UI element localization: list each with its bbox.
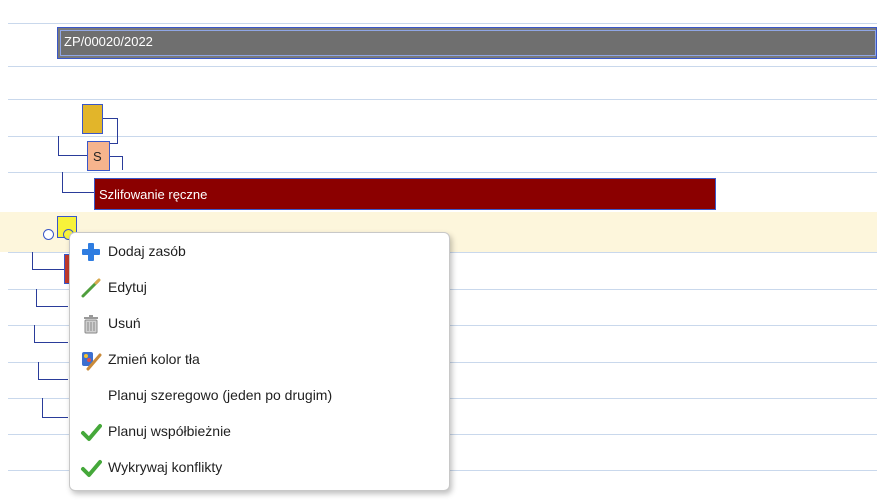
menu-item-label: Planuj współbieżnie bbox=[108, 423, 231, 439]
connector bbox=[42, 398, 68, 418]
pencil-icon bbox=[80, 277, 102, 299]
trash-icon bbox=[80, 313, 102, 335]
menu-item-edit[interactable]: Edytuj bbox=[70, 271, 449, 305]
menu-item-change-bg-color[interactable]: Zmień kolor tła bbox=[70, 343, 449, 377]
task-yellow[interactable] bbox=[82, 104, 103, 134]
connector bbox=[32, 252, 68, 270]
checkmark-icon bbox=[80, 421, 102, 443]
menu-item-label: Usuń bbox=[108, 315, 141, 331]
task-s[interactable]: S bbox=[87, 141, 110, 171]
menu-item-label: Zmień kolor tła bbox=[108, 351, 200, 367]
menu-item-plan-concurrent[interactable]: Planuj współbieżnie bbox=[70, 415, 449, 449]
menu-item-add-resource[interactable]: Dodaj zasób bbox=[70, 235, 449, 269]
paint-icon bbox=[80, 349, 102, 371]
menu-item-plan-serial[interactable]: Planuj szeregowo (jeden po drugim) bbox=[70, 379, 449, 413]
menu-item-delete[interactable]: Usuń bbox=[70, 307, 449, 341]
menu-item-label: Edytuj bbox=[108, 279, 147, 295]
production-order-number: ZP/00020/2022 bbox=[64, 34, 153, 49]
menu-item-detect-conflicts[interactable]: Wykrywaj konflikty bbox=[70, 451, 449, 485]
connector bbox=[38, 362, 68, 380]
menu-item-label: Dodaj zasób bbox=[108, 243, 186, 259]
task-s-label: S bbox=[93, 149, 102, 164]
connector bbox=[36, 289, 68, 307]
menu-item-label: Planuj szeregowo (jeden po drugim) bbox=[108, 387, 333, 403]
connector bbox=[58, 136, 87, 156]
checkmark-icon bbox=[80, 457, 102, 479]
milestone-circle[interactable] bbox=[43, 229, 54, 240]
menu-item-label: Wykrywaj konflikty bbox=[108, 459, 223, 475]
connector bbox=[62, 172, 94, 193]
connector bbox=[110, 156, 123, 170]
connector bbox=[34, 325, 68, 343]
production-order-bar[interactable]: ZP/00020/2022 bbox=[57, 27, 877, 59]
plus-icon bbox=[80, 241, 102, 263]
task-grinding-bar[interactable]: Szlifowanie ręczne bbox=[94, 178, 716, 210]
task-grinding-label: Szlifowanie ręczne bbox=[99, 187, 208, 202]
context-menu: Dodaj zasób Edytuj Usuń Zmień kolor tła … bbox=[69, 232, 450, 491]
